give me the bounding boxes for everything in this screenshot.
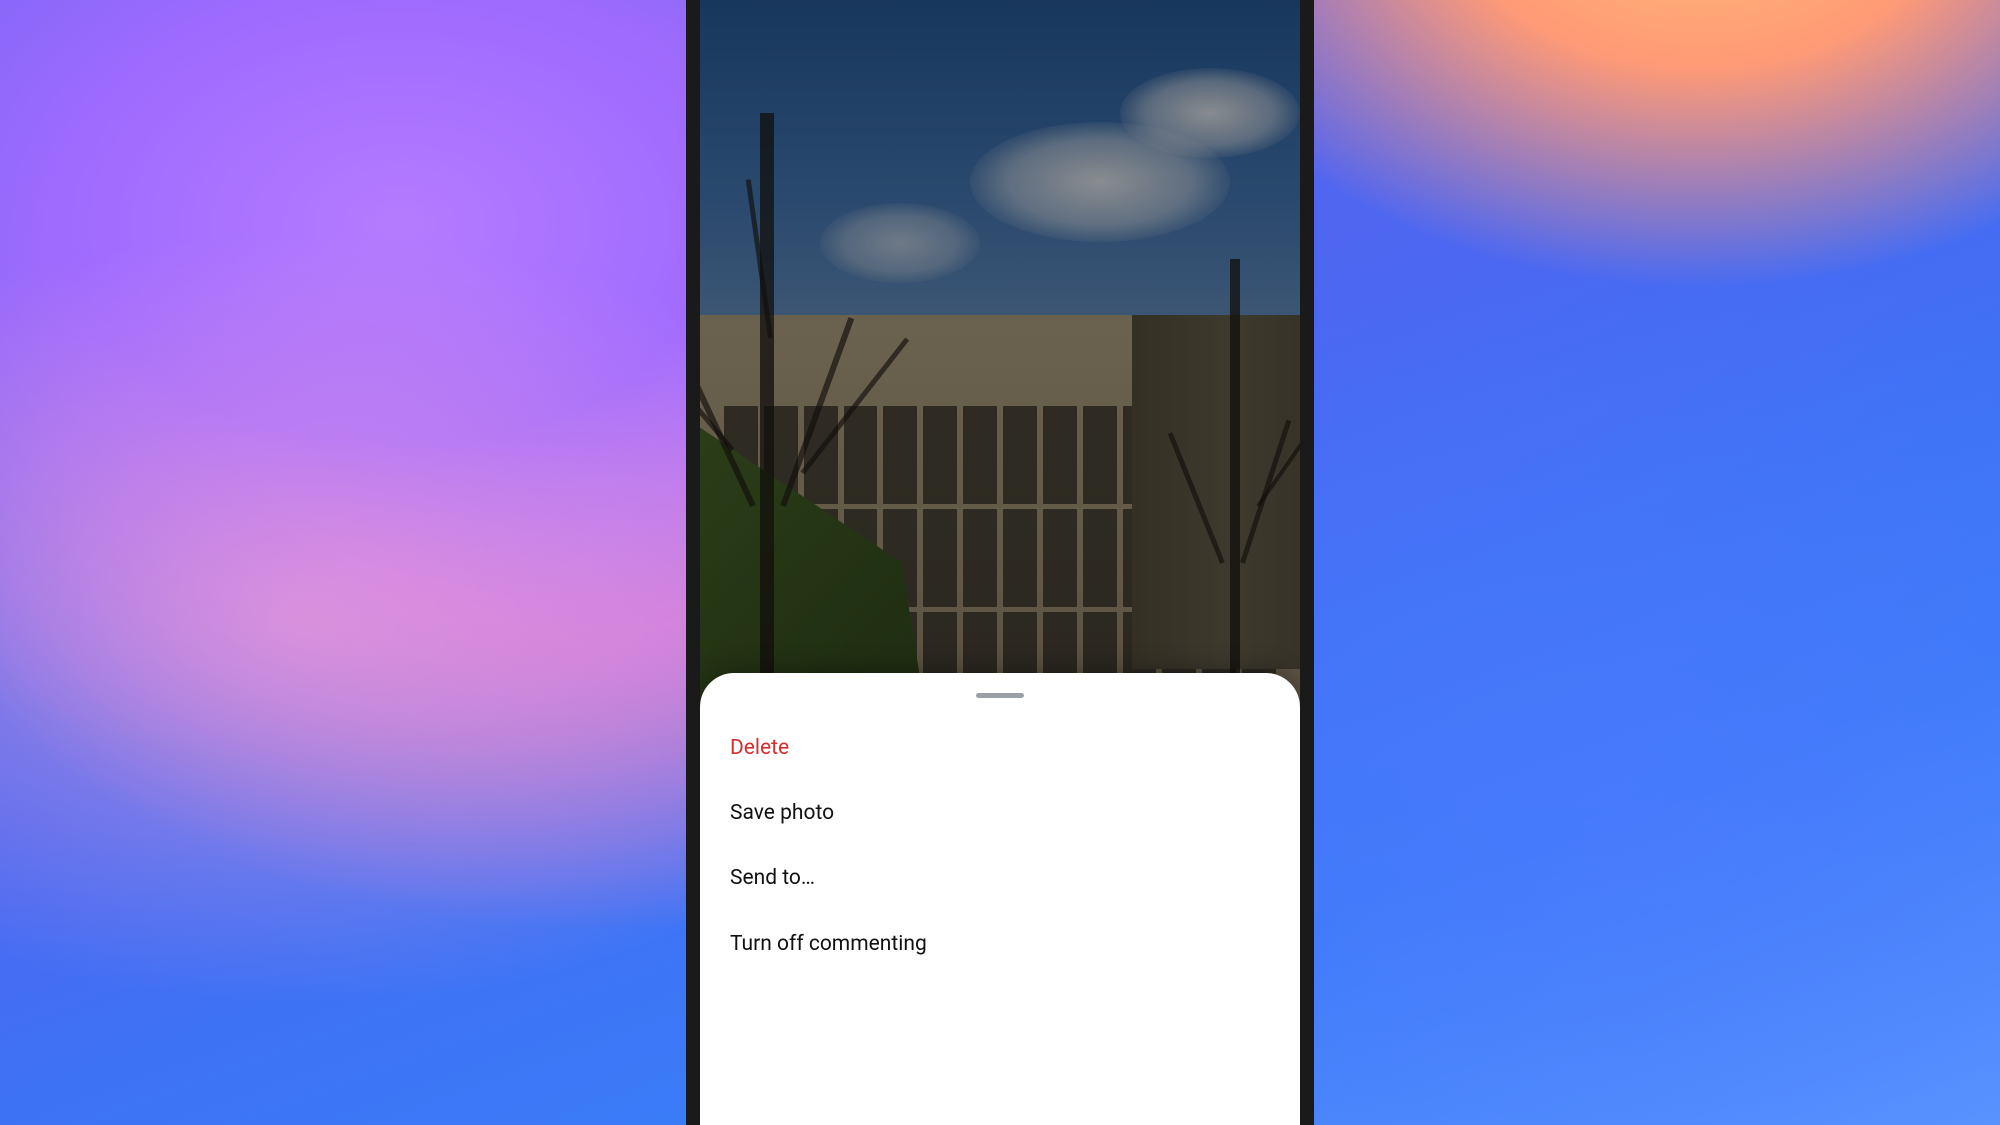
bottom-sheet: Delete Save photo Send to… Turn off comm…: [700, 673, 1300, 1125]
menu-item-delete[interactable]: Delete: [700, 716, 1300, 781]
phone-frame: Delete Save photo Send to… Turn off comm…: [686, 0, 1314, 1125]
sheet-drag-handle[interactable]: [976, 693, 1024, 698]
phone-screen: Delete Save photo Send to… Turn off comm…: [700, 0, 1300, 1125]
menu-item-turn-off-commenting[interactable]: Turn off commenting: [700, 912, 1300, 977]
menu-item-save-photo[interactable]: Save photo: [700, 781, 1300, 846]
menu-item-send-to[interactable]: Send to…: [700, 846, 1300, 911]
